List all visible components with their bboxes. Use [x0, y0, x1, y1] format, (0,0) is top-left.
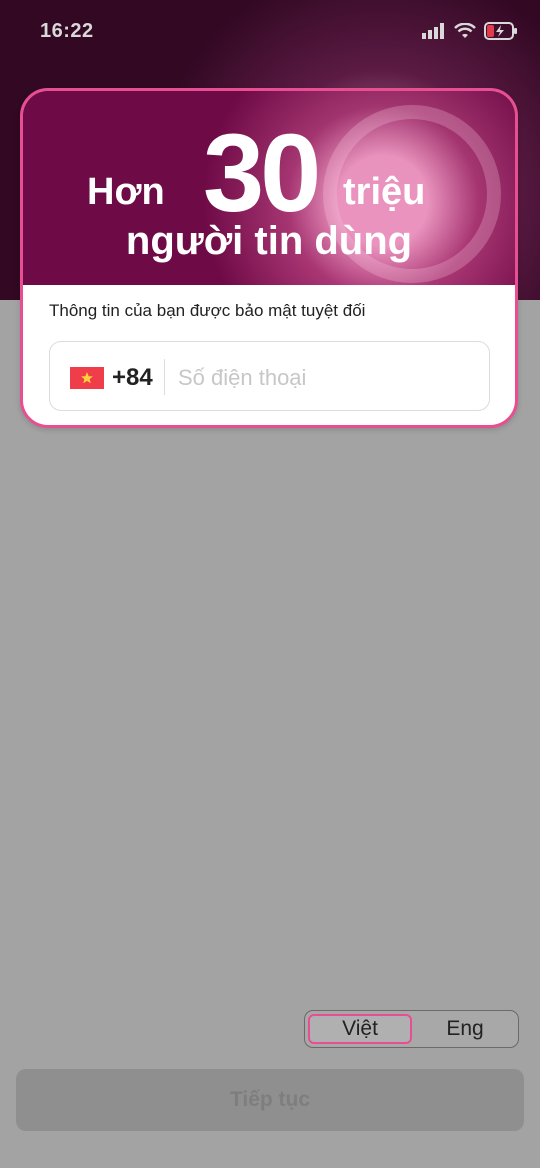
continue-button[interactable]: Tiếp tục: [16, 1069, 524, 1131]
country-code[interactable]: +84: [112, 364, 153, 392]
security-subtitle: Thông tin của bạn được bảo mật tuyệt đối: [49, 301, 366, 320]
headline-prefix: Hơn: [87, 171, 165, 213]
status-bar: 16:22: [0, 0, 540, 64]
status-icons: [422, 22, 518, 45]
vietnam-flag-icon[interactable]: [70, 367, 104, 389]
headline-line-2: người tin dùng: [125, 219, 413, 263]
phone-input[interactable]: [176, 356, 470, 400]
language-option-eng[interactable]: Eng: [413, 1011, 517, 1047]
promo-banner: Hơn 30 triệu người tin dùng: [23, 91, 515, 285]
headline-line-1: Hơn 30 triệu: [23, 109, 515, 229]
login-card: Hơn 30 triệu người tin dùng Thông tin củ…: [20, 88, 518, 428]
status-time: 16:22: [40, 20, 94, 42]
headline-number: 30: [203, 112, 321, 235]
signal-icon: [422, 23, 446, 44]
phone-field[interactable]: +84: [49, 341, 490, 411]
battery-charging-icon: [484, 22, 518, 45]
language-option-viet[interactable]: Việt: [308, 1014, 412, 1044]
language-toggle[interactable]: Việt Eng: [304, 1010, 519, 1048]
headline-suffix: triệu: [343, 171, 426, 213]
wifi-icon: [454, 22, 476, 44]
field-divider: [164, 359, 165, 395]
